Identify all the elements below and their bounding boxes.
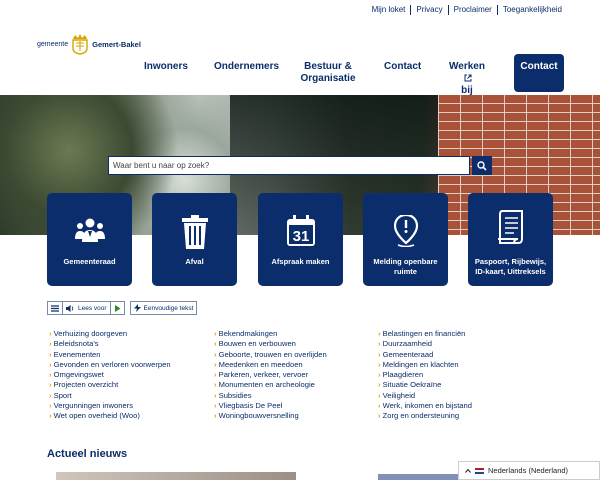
lightning-icon bbox=[133, 304, 141, 312]
list-item[interactable]: Gevonden en verloren voorwerpen bbox=[49, 360, 171, 370]
list-item[interactable]: Evenementen bbox=[49, 350, 171, 360]
news-heading: Actueel nieuws bbox=[47, 448, 128, 460]
read-aloud-button[interactable]: Lees voor bbox=[63, 302, 111, 314]
language-selector[interactable]: Nederlands (Nederland) bbox=[458, 461, 600, 480]
nav-ondernemers[interactable]: Ondernemers bbox=[214, 61, 279, 73]
nav-bestuur-line2: Organisatie bbox=[300, 73, 356, 84]
link-list-column-3: Belastingen en financiën Duurzaamheid Ge… bbox=[378, 329, 472, 422]
play-button[interactable] bbox=[111, 302, 124, 314]
link-list-column-2: Bekendmakingen Bouwen en verbouwen Geboo… bbox=[214, 329, 327, 422]
accessibility-tools: Lees voor Eenvoudige tekst bbox=[47, 301, 198, 315]
list-item[interactable]: Verhuizing doorgeven bbox=[49, 329, 171, 339]
simple-text-label: Eenvoudige tekst bbox=[143, 304, 194, 312]
top-link-privacy[interactable]: Privacy bbox=[411, 5, 449, 15]
logo-name: Gemert-Bakel bbox=[92, 39, 141, 49]
play-icon bbox=[114, 304, 121, 312]
list-item[interactable]: Vergunningen inwoners bbox=[49, 401, 171, 411]
nav-contact[interactable]: Contact bbox=[384, 61, 421, 73]
nav-bestuur-organisatie[interactable]: Bestuur & Organisatie bbox=[298, 61, 358, 85]
logo-prefix: gemeente bbox=[37, 40, 69, 48]
calendar-icon: 31 bbox=[286, 215, 315, 246]
news-image[interactable] bbox=[56, 472, 296, 480]
flag-nl-icon bbox=[475, 467, 484, 474]
list-item[interactable]: Wet open overheid (Woo) bbox=[49, 411, 171, 421]
crest-icon bbox=[72, 34, 88, 55]
list-item[interactable]: Duurzaamheid bbox=[378, 339, 472, 349]
waste-bin-icon bbox=[181, 215, 208, 249]
list-item[interactable]: Werk, inkomen en bijstand bbox=[378, 401, 472, 411]
list-item[interactable]: Veiligheid bbox=[378, 391, 472, 401]
list-item[interactable]: Projecten overzicht bbox=[49, 380, 171, 390]
tile-gemeenteraad[interactable]: Gemeenteraad bbox=[47, 193, 132, 286]
list-item[interactable]: Meedenken en meedoen bbox=[214, 360, 327, 370]
tile-label: Afspraak maken bbox=[271, 257, 330, 266]
document-scroll-icon bbox=[497, 210, 523, 244]
list-item[interactable]: Omgevingswet bbox=[49, 370, 171, 380]
list-item[interactable]: Parkeren, verkeer, vervoer bbox=[214, 370, 327, 380]
search-input[interactable] bbox=[108, 156, 470, 175]
language-label: Nederlands (Nederland) bbox=[488, 466, 569, 475]
list-item[interactable]: Sport bbox=[49, 391, 171, 401]
top-link-mijn-loket[interactable]: Mijn loket bbox=[367, 5, 412, 15]
external-link-icon bbox=[464, 74, 472, 82]
list-item[interactable]: Bekendmakingen bbox=[214, 329, 327, 339]
menu-icon bbox=[51, 304, 59, 312]
tile-label-line1: Paspoort, Rijbewijs, bbox=[474, 257, 547, 266]
site-logo[interactable]: gemeente Gemert-Bakel bbox=[37, 33, 141, 55]
tile-label: Afval bbox=[185, 257, 204, 266]
speaker-icon bbox=[66, 304, 74, 312]
list-item[interactable]: Gemeenteraad bbox=[378, 350, 472, 360]
list-item[interactable]: Beleidsnota's bbox=[49, 339, 171, 349]
tile-paspoort-rijbewijs[interactable]: Paspoort, Rijbewijs, ID-kaart, Uittrekse… bbox=[468, 193, 553, 286]
list-item[interactable]: Zorg en ondersteuning bbox=[378, 411, 472, 421]
list-item[interactable]: Monumenten en archeologie bbox=[214, 380, 327, 390]
search-icon bbox=[477, 160, 487, 171]
list-item[interactable]: Belastingen en financiën bbox=[378, 329, 472, 339]
read-aloud-player: Lees voor bbox=[47, 301, 125, 315]
nav-werken-text: Werken bbox=[449, 61, 485, 72]
list-item[interactable]: Bouwen en verbouwen bbox=[214, 339, 327, 349]
tile-afval[interactable]: Afval bbox=[152, 193, 237, 286]
tile-label: Melding openbare ruimte bbox=[363, 257, 448, 277]
main-navigation: Inwoners Ondernemers Bestuur & Organisat… bbox=[140, 54, 570, 96]
tile-melding-openbare-ruimte[interactable]: Melding openbare ruimte bbox=[363, 193, 448, 286]
list-item[interactable]: Situatie Oekraïne bbox=[378, 380, 472, 390]
location-pin-alert-icon bbox=[393, 215, 418, 247]
nav-werken-bij[interactable]: Werken bij bbox=[446, 61, 488, 97]
tile-label-line2: ruimte bbox=[394, 267, 417, 276]
news-title-placeholder[interactable] bbox=[378, 474, 458, 480]
list-item[interactable]: Vliegbasis De Peel bbox=[214, 401, 327, 411]
svg-text:31: 31 bbox=[292, 228, 309, 245]
contact-button[interactable]: Contact bbox=[514, 54, 564, 92]
chevron-up-icon bbox=[465, 468, 471, 473]
nav-bestuur-line1: Bestuur & bbox=[304, 61, 352, 72]
council-people-icon bbox=[74, 218, 105, 242]
top-link-proclaimer[interactable]: Proclaimer bbox=[449, 5, 498, 15]
list-item[interactable]: Woningbouwversnelling bbox=[214, 411, 327, 421]
top-utility-links: Mijn loket Privacy Proclaimer Toegankeli… bbox=[367, 5, 562, 15]
nav-werken-line1: Werken bbox=[446, 61, 488, 85]
tile-label: Gemeenteraad bbox=[63, 257, 116, 266]
search-bar bbox=[108, 156, 492, 175]
tile-label-line1: Melding openbare bbox=[373, 257, 438, 266]
tile-afspraak-maken[interactable]: 31 Afspraak maken bbox=[258, 193, 343, 286]
simple-text-button[interactable]: Eenvoudige tekst bbox=[129, 301, 198, 315]
list-item[interactable]: Geboorte, trouwen en overlijden bbox=[214, 350, 327, 360]
list-item[interactable]: Meldingen en klachten bbox=[378, 360, 472, 370]
search-button[interactable] bbox=[472, 156, 492, 175]
read-aloud-label: Lees voor bbox=[78, 304, 107, 312]
list-item[interactable]: Subsidies bbox=[214, 391, 327, 401]
tile-label: Paspoort, Rijbewijs, ID-kaart, Uittrekse… bbox=[468, 257, 553, 277]
tile-label-line2: ID-kaart, Uittreksels bbox=[475, 267, 546, 276]
link-list-column-1: Verhuizing doorgeven Beleidsnota's Evene… bbox=[49, 329, 171, 422]
list-item[interactable]: Plaagdieren bbox=[378, 370, 472, 380]
menu-button[interactable] bbox=[48, 302, 63, 314]
top-link-toegankelijkheid[interactable]: Toegankelijkheid bbox=[498, 5, 562, 15]
nav-inwoners[interactable]: Inwoners bbox=[144, 61, 188, 73]
